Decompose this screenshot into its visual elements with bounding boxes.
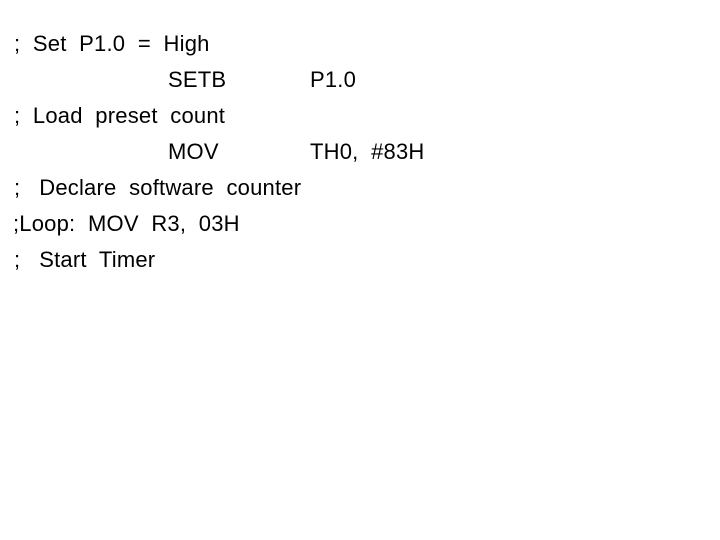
comment-text-set-p1-high: ; Set P1.0 = High (14, 31, 210, 56)
mnemonic-setb: SETB (168, 67, 227, 92)
slide-canvas: ; Set P1.0 = High SETB P1.0 ; Load prese… (0, 0, 720, 540)
comment-text-start-timer: ; Start Timer (14, 247, 156, 272)
code-line-comment-set-p1-high: ; Set P1.0 = High (0, 26, 720, 62)
code-line-instruction-setb: SETB P1.0 (0, 62, 720, 98)
comment-text-loop-mov-r3: ;Loop: MOV R3, 03H (13, 211, 240, 236)
comment-text-declare-software-counter: ; Declare software counter (14, 175, 302, 200)
mnemonic-mov-th0: MOV (168, 139, 219, 164)
code-line-comment-load-preset-count: ; Load preset count (0, 98, 720, 134)
code-line-comment-start-timer: ; Start Timer (0, 242, 720, 278)
operand-setb: P1.0 (310, 67, 357, 92)
code-line-comment-loop-mov-r3: ;Loop: MOV R3, 03H (0, 206, 720, 242)
code-line-comment-declare-software-counter: ; Declare software counter (0, 170, 720, 206)
code-line-instruction-mov-th0: MOV TH0, #83H (0, 134, 720, 170)
assembly-code-block: ; Set P1.0 = High SETB P1.0 ; Load prese… (0, 26, 720, 278)
operand-mov-th0: TH0, #83H (310, 139, 425, 164)
comment-text-load-preset-count: ; Load preset count (14, 103, 226, 128)
